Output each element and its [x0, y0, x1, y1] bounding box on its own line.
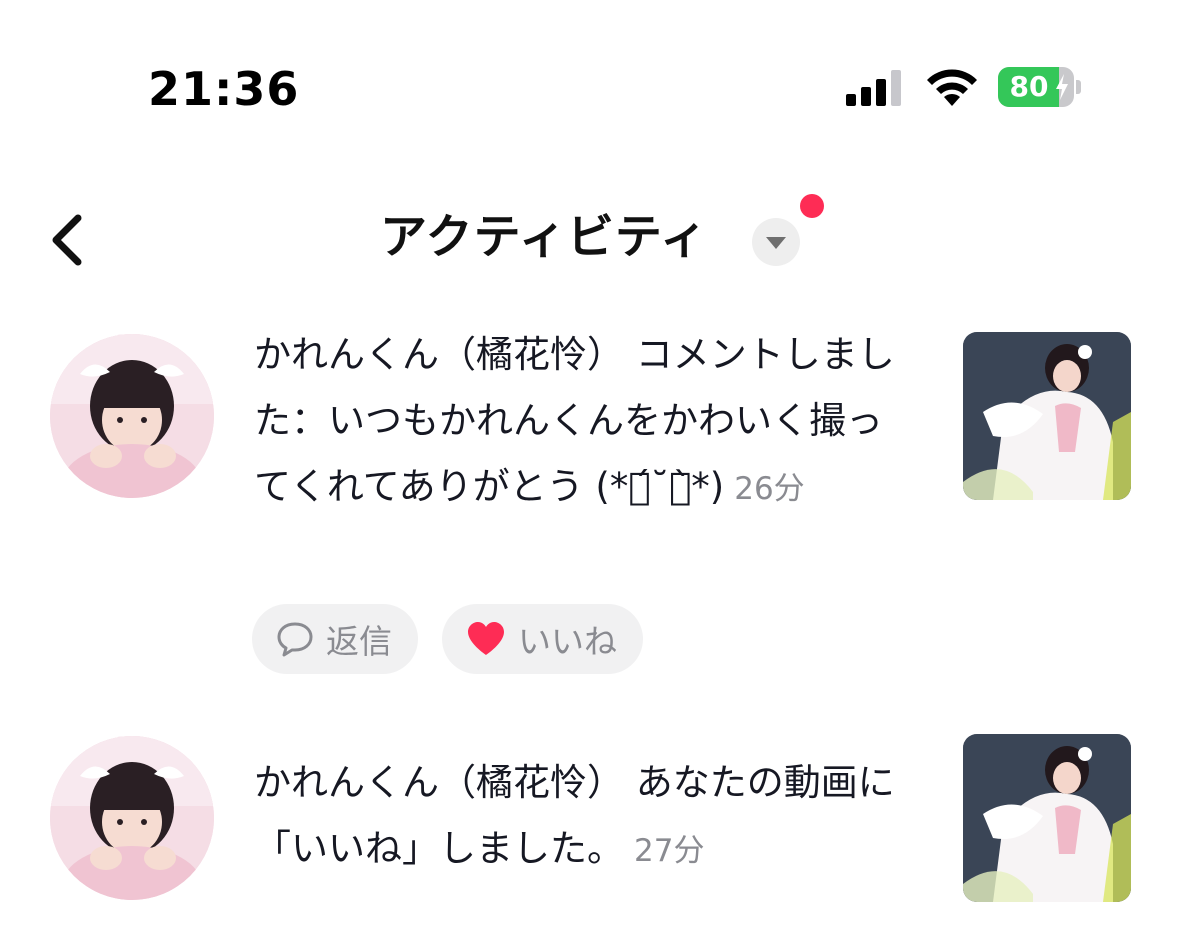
avatar-image [50, 334, 214, 498]
activity-item[interactable]: かれんくん（橘花怜） コメントしました：いつもかれんくんをかわいく撮ってくれてあ… [0, 332, 1179, 682]
wifi-icon [927, 69, 977, 106]
like-button[interactable]: いいね [442, 604, 643, 674]
avatar-image [50, 736, 214, 900]
heart-icon [468, 622, 504, 655]
activity-item[interactable]: かれんくん（橘花怜） あなたの動画に「いいね」しました。 27分 [0, 734, 1179, 914]
activity-time: 27分 [634, 833, 705, 869]
charging-bolt-icon [1056, 74, 1068, 100]
avatar[interactable] [50, 736, 214, 900]
activity-message: かれんくん（橘花怜） あなたの動画に「いいね」しました。 [254, 761, 895, 870]
battery-cap [1076, 80, 1081, 94]
page-title: アクティビティ [380, 210, 709, 265]
notification-dot [800, 194, 824, 218]
video-thumbnail-image [963, 734, 1131, 902]
header: アクティビティ [0, 190, 1179, 290]
reply-button[interactable]: 返信 [252, 604, 418, 674]
reply-label: 返信 [326, 622, 392, 661]
status-bar: 21:36 80 [0, 0, 1179, 150]
activity-text: かれんくん（橘花怜） コメントしました：いつもかれんくんをかわいく撮ってくれてあ… [254, 322, 904, 522]
comment-actions: 返信 いいね [252, 604, 643, 674]
avatar[interactable] [50, 334, 214, 498]
caret-down-icon[interactable] [752, 218, 800, 266]
video-thumbnail[interactable] [963, 734, 1131, 902]
battery-indicator: 80 [998, 67, 1074, 107]
video-thumbnail[interactable] [963, 332, 1131, 500]
status-time: 21:36 [148, 62, 300, 116]
like-label: いいね [518, 622, 617, 661]
video-thumbnail-image [963, 332, 1131, 500]
comment-bubble-icon [277, 622, 313, 657]
activity-time: 26分 [734, 471, 805, 507]
cellular-signal-icon [846, 70, 901, 106]
activity-text: かれんくん（橘花怜） あなたの動画に「いいね」しました。 27分 [254, 750, 904, 884]
battery-percent: 80 [1009, 70, 1049, 103]
chevron-left-icon[interactable] [44, 210, 90, 270]
